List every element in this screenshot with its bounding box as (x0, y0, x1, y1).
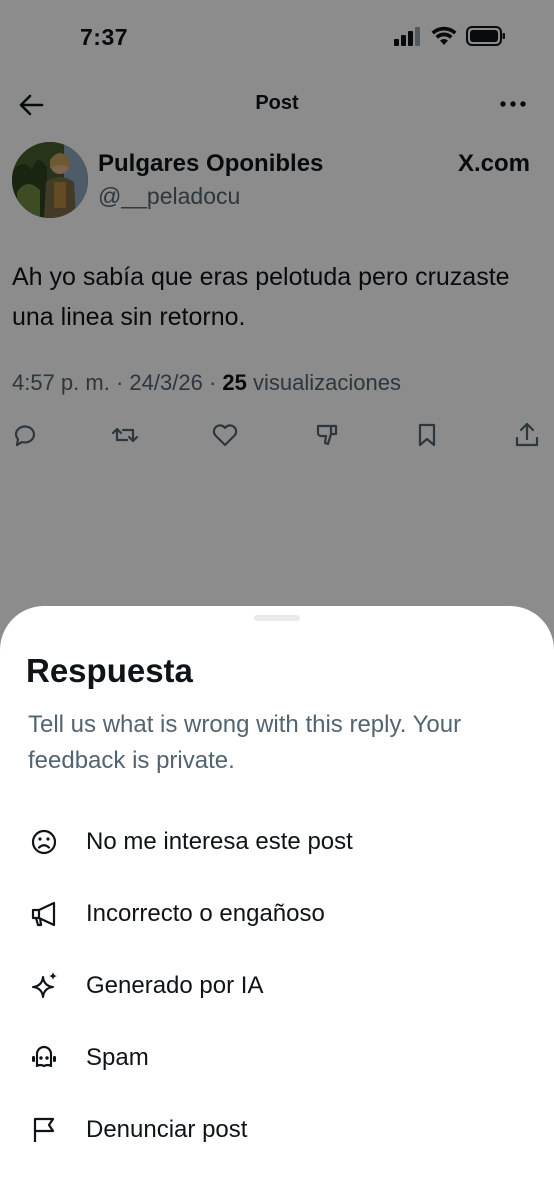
option-label: Denunciar post (86, 1116, 248, 1143)
sparkle-icon (31, 972, 57, 999)
sheet-description: Tell us what is wrong with this reply. Y… (28, 711, 462, 774)
option-report-post[interactable]: Denunciar post (0, 1099, 554, 1161)
option-misleading[interactable]: Incorrecto o engañoso (0, 883, 554, 945)
post-detail-screen: 7:37 Post Pulgares Oponibles @__peladocu… (0, 0, 554, 1200)
sheet-grabber[interactable] (254, 615, 300, 621)
option-label: No me interesa este post (86, 828, 353, 855)
sheet-title: Respuesta (26, 652, 193, 689)
option-label: Generado por IA (86, 972, 264, 999)
flag-icon (33, 1117, 55, 1142)
robot-icon (32, 1045, 56, 1068)
option-not-interested[interactable]: No me interesa este post (0, 811, 554, 873)
sad-face-icon (31, 829, 57, 855)
option-ai-generated[interactable]: Generado por IA (0, 955, 554, 1017)
option-label: Incorrecto o engañoso (86, 900, 325, 927)
option-spam[interactable]: Spam (0, 1027, 554, 1089)
feedback-bottom-sheet: Respuesta Tell us what is wrong with thi… (0, 606, 554, 1200)
option-label: Spam (86, 1044, 149, 1071)
megaphone-icon (31, 901, 56, 927)
